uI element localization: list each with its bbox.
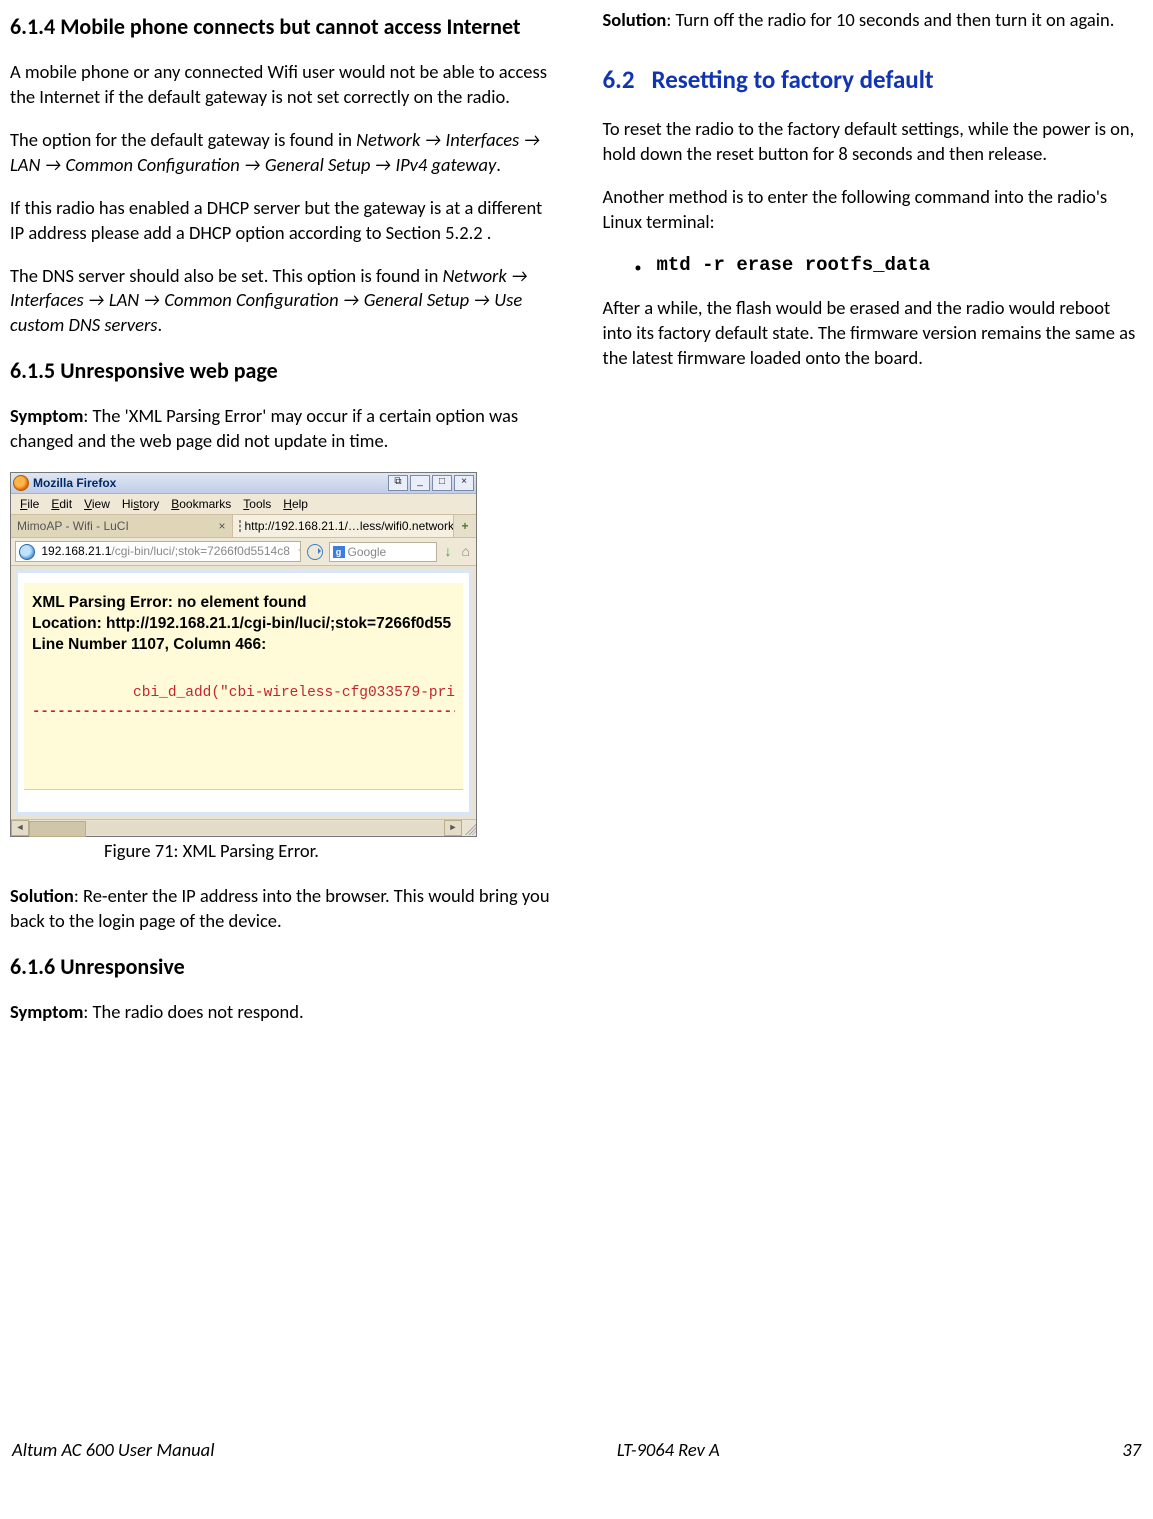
scroll-right-icon[interactable]: ►	[444, 820, 462, 836]
bookmark-star-icon[interactable]: ☆	[297, 544, 300, 558]
symptom-label: Symptom	[10, 1000, 83, 1023]
menu-edit[interactable]: Edit	[46, 496, 77, 512]
heading-text: Mobile phone connects but cannot access …	[60, 13, 520, 40]
maximize-button[interactable]: □	[432, 475, 452, 491]
bullet-icon: •	[635, 261, 657, 275]
text: The DNS server should also be set. This …	[10, 264, 442, 287]
paragraph: If this radio has enabled a DHCP server …	[10, 196, 551, 246]
search-placeholder: Google	[348, 544, 387, 560]
browser-tab-active[interactable]: http://192.168.21.1/…less/wifi0.network1…	[233, 515, 455, 537]
paragraph: A mobile phone or any connected Wifi use…	[10, 60, 551, 110]
search-box[interactable]: g Google	[329, 542, 437, 562]
xml-error-box: XML Parsing Error: no element found Loca…	[24, 583, 463, 790]
firefox-icon	[13, 475, 29, 491]
error-underline: ----------------------------------------…	[32, 703, 455, 722]
heading-number: 6.1.4	[10, 13, 55, 40]
menu-file[interactable]: File	[15, 496, 44, 512]
heading-text: Unresponsive	[60, 953, 185, 980]
google-icon: g	[333, 546, 345, 558]
globe-icon	[19, 544, 35, 560]
paragraph: After a while, the flash would be erased…	[603, 296, 1144, 371]
close-tab-icon[interactable]: ×	[218, 518, 225, 534]
url-path: /cgi-bin/luci/;stok=7266f0d5514c8	[111, 544, 289, 558]
right-column: Solution: Turn off the radio for 10 seco…	[603, 8, 1144, 1408]
footer-center: LT-9064 Rev A	[617, 1438, 720, 1463]
heading-number: 6.1.5	[10, 357, 55, 384]
reload-icon[interactable]	[307, 544, 323, 560]
tab-strip: MimoAP - Wifi - LuCI × http://192.168.21…	[11, 515, 476, 538]
heading-6-2: 6.2 Resetting to factory default	[603, 63, 1144, 97]
error-line: Line Number 1107, Column 466:	[32, 635, 455, 656]
scroll-left-icon[interactable]: ◄	[11, 820, 29, 836]
horizontal-scrollbar[interactable]: ◄ ►	[11, 819, 476, 836]
command-bullet: • mtd -r erase rootfs_data	[635, 253, 1144, 279]
home-icon[interactable]: ⌂	[460, 542, 472, 561]
heading-6-1-6: 6.1.6 Unresponsive	[10, 952, 551, 982]
menu-bar: File Edit View History Bookmarks Tools H…	[11, 494, 476, 515]
footer-left: Altum AC 600 User Manual	[12, 1438, 214, 1463]
download-icon[interactable]: ↓	[441, 542, 456, 561]
menu-help[interactable]: Help	[278, 496, 313, 512]
left-column: 6.1.4 Mobile phone connects but cannot a…	[10, 8, 551, 1408]
heading-6-1-4: 6.1.4 Mobile phone connects but cannot a…	[10, 12, 551, 42]
page-columns: 6.1.4 Mobile phone connects but cannot a…	[10, 8, 1143, 1408]
new-tab-button[interactable]: +	[454, 515, 476, 537]
minimize-button[interactable]: _	[410, 475, 430, 491]
text: .	[158, 313, 163, 336]
paragraph: Solution: Turn off the radio for 10 seco…	[603, 8, 1144, 33]
heading-number: 6.2	[603, 64, 635, 95]
heading-number: 6.1.6	[10, 953, 55, 980]
menu-bookmarks[interactable]: Bookmarks	[166, 496, 236, 512]
paragraph: The option for the default gateway is fo…	[10, 128, 551, 178]
paragraph: To reset the radio to the factory defaul…	[603, 117, 1144, 167]
browser-tab[interactable]: MimoAP - Wifi - LuCI ×	[11, 515, 233, 537]
solution-text: : Turn off the radio for 10 seconds and …	[666, 8, 1114, 31]
text: The option for the default gateway is fo…	[10, 128, 356, 151]
tab-label: MimoAP - Wifi - LuCI	[17, 518, 129, 534]
menu-history[interactable]: History	[117, 496, 164, 512]
popout-icon[interactable]: ⧉	[388, 475, 408, 491]
error-code: cbi_d_add("cbi-wireless-cfg033579-pri	[32, 684, 455, 704]
close-button[interactable]: ×	[454, 475, 474, 491]
solution-text: : Re-enter the IP address into the brows…	[10, 884, 550, 932]
window-title: Mozilla Firefox	[33, 475, 388, 491]
terminal-command: mtd -r erase rootfs_data	[657, 253, 931, 279]
heading-text: Resetting to factory default	[652, 64, 934, 95]
window-controls: ⧉ _ □ ×	[388, 475, 474, 491]
address-bar[interactable]: 192.168.21.1/cgi-bin/luci/;stok=7266f0d5…	[15, 541, 301, 562]
tab-label: http://192.168.21.1/…less/wifi0.network1	[245, 518, 455, 534]
error-line: Location: http://192.168.21.1/cgi-bin/lu…	[32, 614, 455, 635]
scroll-track[interactable]	[29, 821, 444, 835]
paragraph: Symptom: The 'XML Parsing Error' may occ…	[10, 404, 551, 454]
window-titlebar: Mozilla Firefox ⧉ _ □ ×	[11, 473, 476, 494]
navigation-bar: 192.168.21.1/cgi-bin/luci/;stok=7266f0d5…	[11, 538, 476, 566]
text: .	[496, 153, 501, 176]
symptom-label: Symptom	[10, 404, 83, 427]
heading-6-1-5: 6.1.5 Unresponsive web page	[10, 356, 551, 386]
resize-grip-icon[interactable]	[462, 821, 476, 835]
menu-view[interactable]: View	[79, 496, 115, 512]
figure-caption: Figure 71: XML Parsing Error.	[10, 839, 551, 864]
solution-label: Solution	[10, 884, 74, 907]
page-icon	[239, 520, 241, 532]
paragraph: Symptom: The radio does not respond.	[10, 1000, 551, 1025]
scroll-thumb[interactable]	[29, 821, 86, 837]
url-host: 192.168.21.1	[41, 544, 111, 558]
error-line: XML Parsing Error: no element found	[32, 593, 455, 614]
symptom-text: : The 'XML Parsing Error' may occur if a…	[10, 404, 518, 452]
paragraph: Another method is to enter the following…	[603, 185, 1144, 235]
page-viewport: XML Parsing Error: no element found Loca…	[15, 570, 472, 815]
heading-text: Unresponsive web page	[60, 357, 277, 384]
menu-tools[interactable]: Tools	[238, 496, 276, 512]
firefox-window: Mozilla Firefox ⧉ _ □ × File Edit View H…	[10, 472, 477, 837]
paragraph: Solution: Re-enter the IP address into t…	[10, 884, 551, 934]
footer-right: 37	[1122, 1438, 1141, 1463]
solution-label: Solution	[603, 8, 667, 31]
page-footer: Altum AC 600 User Manual LT-9064 Rev A 3…	[10, 1438, 1143, 1467]
symptom-text: : The radio does not respond.	[83, 1000, 303, 1023]
paragraph: The DNS server should also be set. This …	[10, 264, 551, 339]
